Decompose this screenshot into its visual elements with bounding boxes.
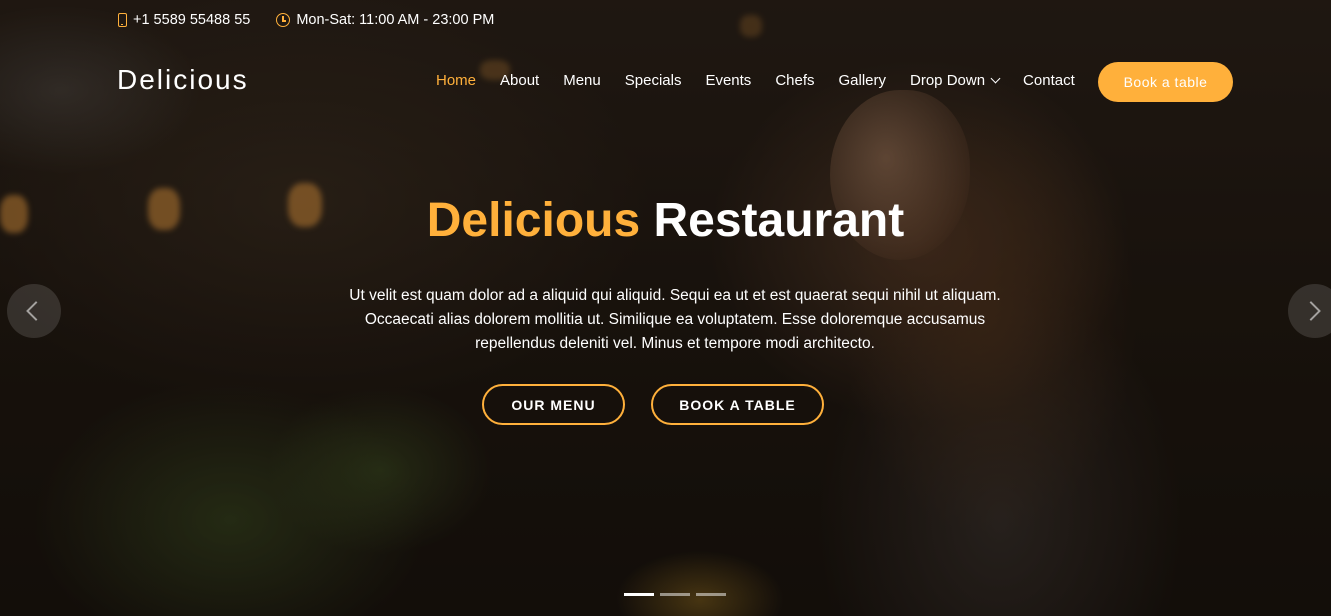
nav-specials[interactable]: Specials — [625, 72, 682, 89]
nav-events[interactable]: Events — [705, 72, 751, 89]
nav-about[interactable]: About — [500, 72, 539, 89]
chevron-right-icon — [1301, 301, 1321, 321]
nav-contact[interactable]: Contact — [1023, 72, 1075, 89]
topbar-phone: +1 5589 55488 55 — [118, 12, 250, 28]
nav-chefs[interactable]: Chefs — [775, 72, 814, 89]
clock-icon — [276, 13, 291, 27]
hero-title: Delicious Restaurant — [0, 193, 1331, 248]
hero-title-accent: Delicious — [426, 194, 641, 247]
nav-gallery[interactable]: Gallery — [839, 72, 887, 89]
carousel-prev-button[interactable] — [7, 284, 61, 338]
book-table-button[interactable]: Book a table — [1098, 62, 1233, 102]
main-nav: Home About Menu Specials Events Chefs Ga… — [436, 72, 1075, 89]
nav-dropdown[interactable]: Drop Down — [910, 72, 1001, 89]
topbar-hours: Mon-Sat: 11:00 AM - 23:00 PM — [276, 12, 494, 28]
hero-title-rest: Restaurant — [653, 194, 905, 247]
book-a-table-button[interactable]: BOOK A TABLE — [651, 384, 824, 425]
phone-icon — [118, 13, 127, 27]
hours-text: Mon-Sat: 11:00 AM - 23:00 PM — [296, 12, 495, 28]
hero-description: Ut velit est quam dolor ad a aliquid qui… — [349, 287, 1001, 352]
nav-menu[interactable]: Menu — [563, 72, 601, 89]
site-logo[interactable]: Delicious — [117, 64, 249, 96]
nav-dropdown-label: Drop Down — [910, 72, 986, 89]
hero-buttons: OUR MENU BOOK A TABLE — [0, 384, 1331, 425]
nav-home[interactable]: Home — [436, 72, 476, 89]
carousel-indicators — [624, 593, 726, 596]
chevron-down-icon — [990, 73, 1001, 84]
our-menu-button[interactable]: OUR MENU — [482, 384, 625, 425]
carousel-indicator[interactable] — [696, 593, 726, 596]
chevron-left-icon — [26, 301, 46, 321]
carousel-indicator[interactable] — [660, 593, 690, 596]
carousel-indicator[interactable] — [624, 593, 654, 596]
phone-text: +1 5589 55488 55 — [133, 12, 251, 28]
topbar: +1 5589 55488 55 Mon-Sat: 11:00 AM - 23:… — [118, 12, 494, 28]
